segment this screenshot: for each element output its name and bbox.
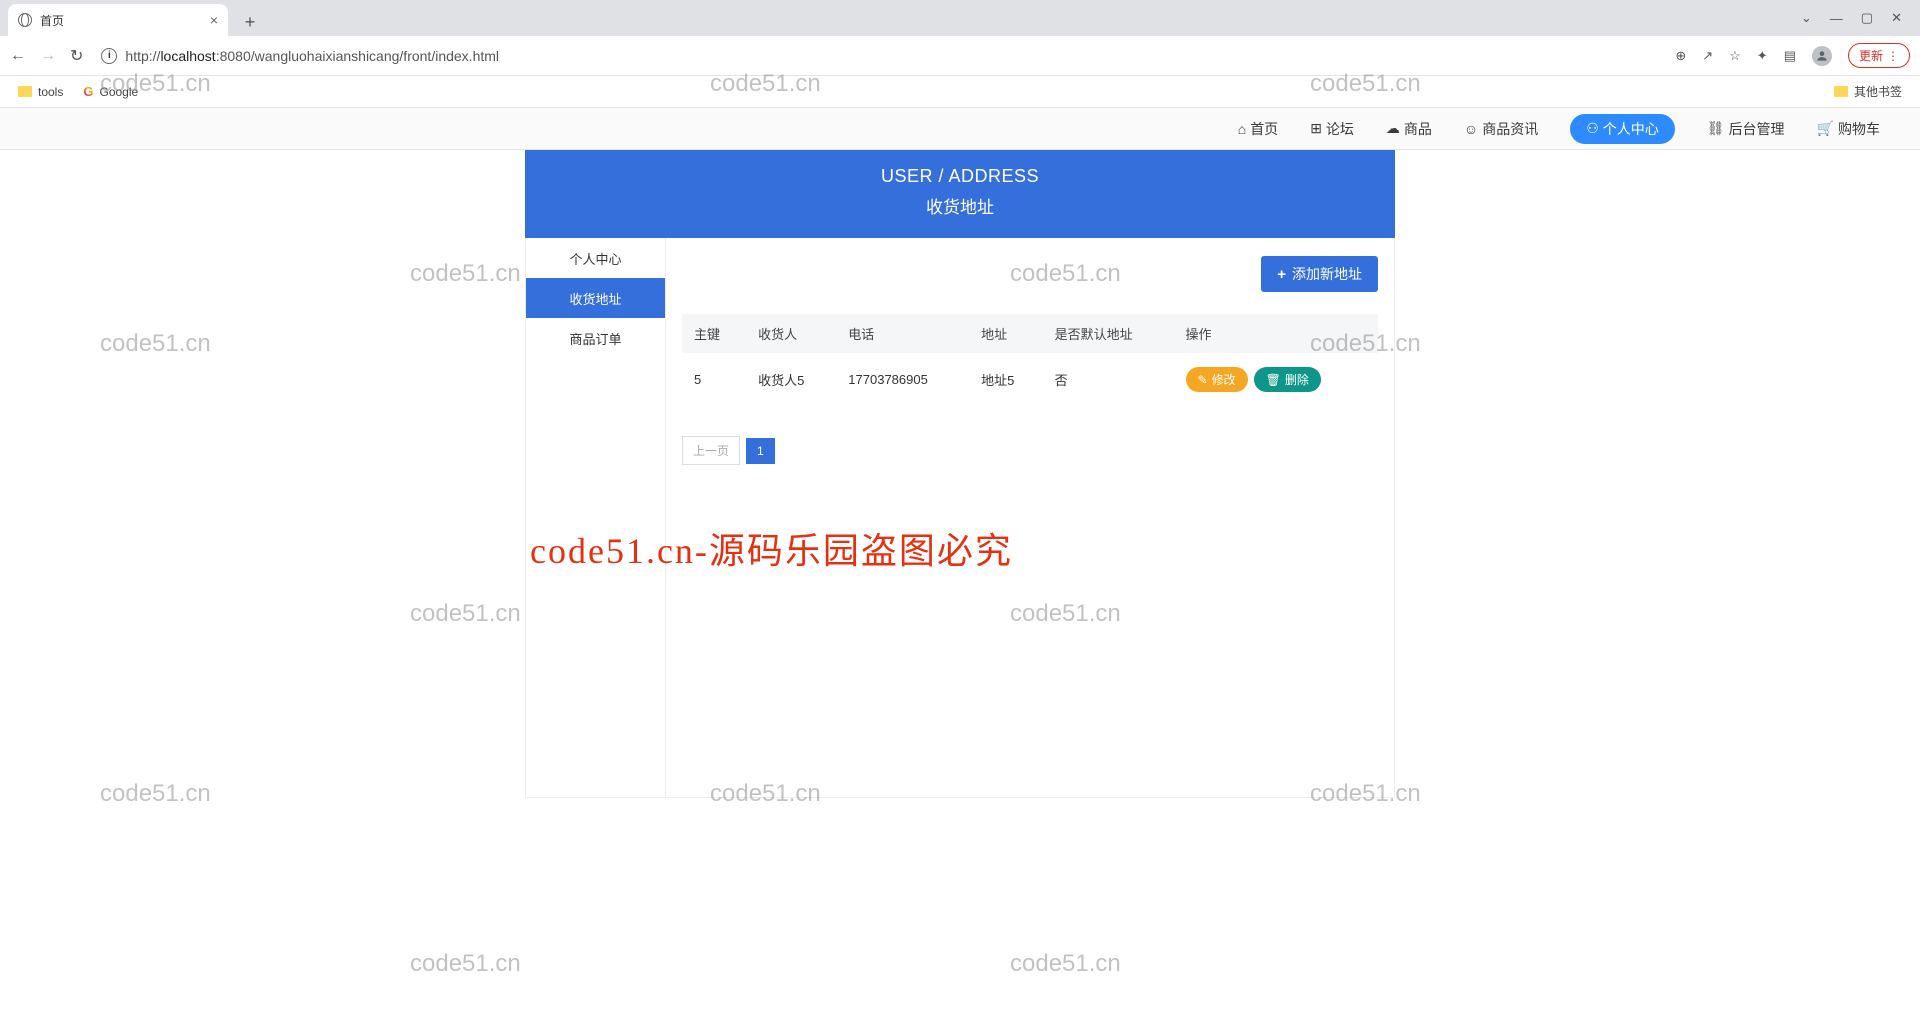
sidebar-item-商品订单[interactable]: 商品订单 (526, 318, 665, 358)
nav-item-购物车[interactable]: 🛒购物车 (1817, 119, 1880, 139)
column-header: 主键 (682, 314, 746, 353)
column-header: 是否默认地址 (1043, 314, 1174, 353)
nav-icon: ⌂ (1238, 121, 1246, 137)
page-prev[interactable]: 上一页 (682, 436, 740, 465)
nav-item-商品资讯[interactable]: ☺商品资讯 (1464, 119, 1538, 139)
url-input[interactable]: i http://localhost:8080/wangluohaixiansh… (97, 48, 1661, 64)
window-controls: ⌄ — ▢ ✕ (1783, 0, 1920, 36)
nav-item-商品[interactable]: ☁商品 (1386, 119, 1432, 139)
bookmark-tools[interactable]: tools (18, 85, 63, 99)
edit-button[interactable]: ✎ 修改 (1186, 367, 1248, 392)
table-row: 5收货人517703786905地址5否✎ 修改🗑 删除 (682, 353, 1378, 406)
forward-icon[interactable]: → (40, 47, 56, 65)
bookmark-google[interactable]: G Google (83, 84, 138, 99)
bookmark-other[interactable]: 其他书签 (1834, 83, 1902, 100)
banner-title-en: USER / ADDRESS (525, 166, 1395, 187)
column-header: 地址 (969, 314, 1042, 353)
cell-name: 收货人5 (746, 353, 836, 406)
sidebar: 个人中心收货地址商品订单 (526, 238, 666, 797)
column-header: 收货人 (746, 314, 836, 353)
watermark: code51.cn (100, 330, 211, 358)
close-icon[interactable]: × (210, 12, 218, 28)
update-button[interactable]: 更新⋮ (1848, 43, 1910, 68)
cell-id: 5 (682, 353, 746, 406)
cell-actions: ✎ 修改🗑 删除 (1174, 353, 1379, 406)
nav-item-后台管理[interactable]: ⛓后台管理 (1707, 119, 1785, 139)
add-address-button[interactable]: + 添加新地址 (1261, 256, 1378, 292)
google-icon: G (83, 84, 93, 99)
browser-tab[interactable]: 首页 × (8, 4, 228, 36)
profile-avatar-icon[interactable] (1812, 46, 1832, 66)
content-box: 个人中心收货地址商品订单 + 添加新地址 主键收货人电话地址是否默认地址操作 5… (525, 238, 1395, 798)
cell-isdefault: 否 (1043, 353, 1174, 406)
new-tab-button[interactable]: + (236, 8, 264, 36)
pencil-icon: ✎ (1198, 373, 1208, 387)
extensions-icon[interactable]: ✦ (1757, 48, 1768, 64)
nav-item-个人中心[interactable]: ⚇个人中心 (1570, 114, 1675, 144)
trash-icon: 🗑 (1266, 373, 1281, 387)
watermark: code51.cn (410, 260, 521, 288)
folder-icon (18, 86, 32, 97)
nav-item-首页[interactable]: ⌂首页 (1238, 119, 1278, 139)
plus-icon: + (1277, 266, 1286, 283)
page-current[interactable]: 1 (746, 438, 775, 464)
page-container: USER / ADDRESS 收货地址 个人中心收货地址商品订单 + 添加新地址… (525, 150, 1395, 798)
watermark: code51.cn (1010, 950, 1121, 978)
address-bar: ← → ↻ i http://localhost:8080/wangluohai… (0, 36, 1920, 76)
window-dropdown-icon[interactable]: ⌄ (1801, 10, 1812, 26)
sidebar-item-收货地址[interactable]: 收货地址 (526, 278, 665, 318)
bookmarks-bar: tools G Google 其他书签 (0, 76, 1920, 108)
reload-icon[interactable]: ↻ (70, 46, 83, 66)
zoom-icon[interactable]: ⊕ (1675, 48, 1686, 64)
site-top-nav: ⌂首页 ⊞论坛 ☁商品 ☺商品资讯 ⚇个人中心 ⛓后台管理 🛒购物车 (0, 108, 1920, 150)
watermark: code51.cn (410, 950, 521, 978)
url-text: http://localhost:8080/wangluohaixianshic… (125, 48, 499, 64)
tab-title: 首页 (40, 12, 64, 29)
main-area: + 添加新地址 主键收货人电话地址是否默认地址操作 5收货人5177037869… (666, 238, 1394, 797)
pagination: 上一页 1 (682, 436, 1378, 465)
nav-icon: ☁ (1386, 120, 1400, 137)
nav-icon: ⛓ (1707, 120, 1725, 137)
watermark: code51.cn (100, 780, 211, 808)
nav-icon: 🛒 (1817, 120, 1834, 137)
folder-icon (1834, 86, 1848, 97)
column-header: 电话 (836, 314, 969, 353)
banner-title-cn: 收货地址 (525, 193, 1395, 218)
share-icon[interactable]: ↗ (1702, 48, 1713, 64)
nav-icon: ☺ (1464, 121, 1478, 137)
maximize-icon[interactable]: ▢ (1861, 10, 1873, 26)
sidebar-item-个人中心[interactable]: 个人中心 (526, 238, 665, 278)
page-banner: USER / ADDRESS 收货地址 (525, 150, 1395, 238)
bookmark-star-icon[interactable]: ☆ (1729, 48, 1741, 64)
nav-icon: ⚇ (1586, 120, 1599, 137)
nav-item-论坛[interactable]: ⊞论坛 (1310, 119, 1354, 139)
column-header: 操作 (1174, 314, 1379, 353)
back-icon[interactable]: ← (10, 47, 26, 65)
cell-addr: 地址5 (969, 353, 1042, 406)
sidepanel-icon[interactable]: ▤ (1784, 48, 1796, 64)
toolbar-right: ⊕ ↗ ☆ ✦ ▤ 更新⋮ (1675, 43, 1910, 68)
address-table: 主键收货人电话地址是否默认地址操作 5收货人517703786905地址5否✎ … (682, 314, 1378, 406)
nav-icon: ⊞ (1310, 120, 1322, 137)
watermark: code51.cn (410, 600, 521, 628)
cell-phone: 17703786905 (836, 353, 969, 406)
browser-tab-strip: 首页 × + ⌄ — ▢ ✕ (0, 0, 1920, 36)
minimize-icon[interactable]: — (1830, 11, 1843, 26)
delete-button[interactable]: 🗑 删除 (1254, 367, 1321, 392)
globe-icon (18, 13, 32, 27)
close-window-icon[interactable]: ✕ (1891, 10, 1902, 26)
site-info-icon[interactable]: i (101, 48, 117, 64)
